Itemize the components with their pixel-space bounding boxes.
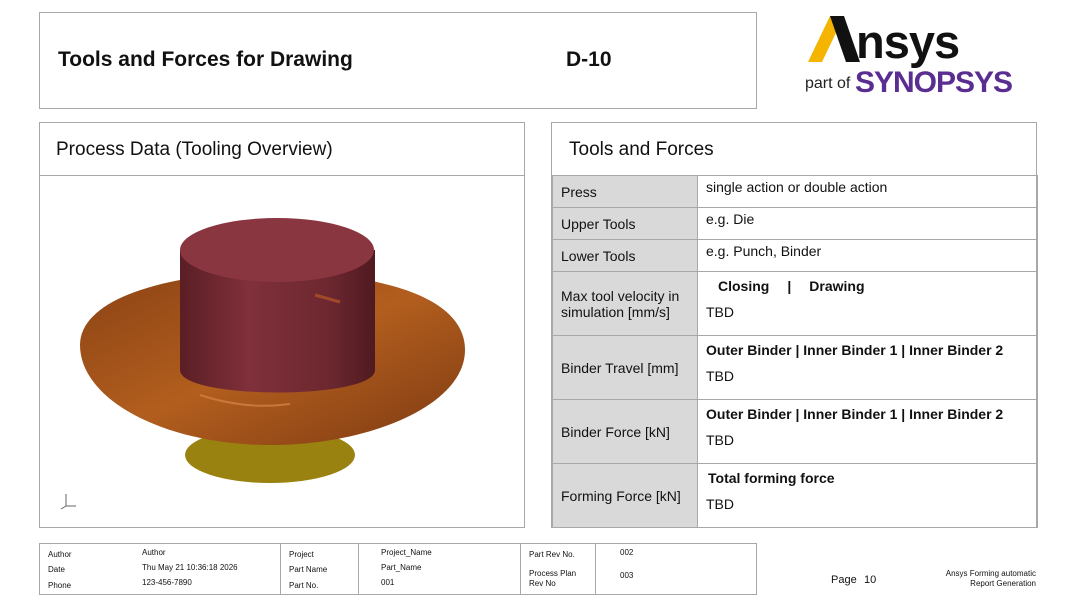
die-top — [180, 218, 374, 282]
part-rev-value: 002 — [620, 548, 634, 557]
author-value: Author — [142, 548, 166, 557]
row-value-cell: Outer Binder | Inner Binder 1 | Inner Bi… — [697, 335, 1038, 400]
part-name-value: Part_Name — [381, 563, 422, 572]
table-row: Press single action or double action — [552, 175, 1038, 208]
row-value: TBD — [706, 304, 734, 320]
table-row: Max tool velocity in simulation [mm/s] C… — [552, 271, 1038, 336]
generator-line-2: Report Generation — [970, 579, 1036, 588]
row-value: TBD — [706, 368, 734, 384]
axis-triad-icon — [60, 490, 80, 512]
slide-code: D-10 — [566, 48, 612, 71]
column-separator: | — [787, 278, 792, 294]
table-row: Upper Tools e.g. Die — [552, 207, 1038, 240]
report-footer: Author Date Phone Author Thu May 21 10:3… — [39, 543, 757, 595]
project-label: Project — [289, 550, 314, 559]
row-value-cell: Closing | Drawing TBD — [697, 271, 1038, 336]
slide-title: Tools and Forces for Drawing — [58, 48, 353, 71]
tools-forces-header: Tools and Forces — [552, 123, 1036, 175]
part-name-label: Part Name — [289, 565, 328, 574]
tools-forces-title: Tools and Forces — [569, 139, 714, 160]
date-value: Thu May 21 10:36:18 2026 — [142, 563, 238, 572]
generator-note: Ansys Forming automatic Report Generatio… — [910, 569, 1036, 589]
row-value-cell: Outer Binder | Inner Binder 1 | Inner Bi… — [697, 399, 1038, 464]
tools-forces-panel: Tools and Forces Press single action or … — [551, 122, 1038, 528]
plan-rev-value: 003 — [620, 571, 634, 580]
tooling-model-image — [80, 218, 465, 483]
process-data-header: Process Data (Tooling Overview) — [40, 123, 524, 176]
table-row: Lower Tools e.g. Punch, Binder — [552, 239, 1038, 272]
tools-forces-table: Press single action or double action Upp… — [552, 175, 1038, 528]
ansys-synopsys-logo: nsys part of SYNOPSYS — [800, 12, 1013, 107]
row-label: Upper Tools — [552, 207, 698, 240]
row-label: Forming Force [kN] — [552, 463, 698, 528]
part-no-value: 001 — [381, 578, 395, 587]
row-value: e.g. Die — [697, 207, 1038, 240]
part-no-label: Part No. — [289, 581, 319, 590]
generator-line-1: Ansys Forming automatic — [945, 569, 1036, 578]
part-of-text: part of — [805, 75, 851, 92]
table-row: Forming Force [kN] Total forming force T… — [552, 463, 1038, 528]
ansys-wordmark: nsys — [856, 15, 960, 68]
page-number: 10 — [864, 574, 877, 586]
row-label: Binder Force [kN] — [552, 399, 698, 464]
project-value: Project_Name — [381, 548, 432, 557]
row-value: TBD — [706, 496, 734, 512]
author-label: Author — [48, 550, 72, 559]
forming-force-header: Total forming force — [708, 470, 835, 486]
page-label: Page — [831, 574, 857, 586]
synopsys-wordmark: SYNOPSYS — [855, 66, 1013, 99]
row-value: e.g. Punch, Binder — [697, 239, 1038, 272]
row-label: Lower Tools — [552, 239, 698, 272]
title-box: Tools and Forces for Drawing D-10 — [39, 12, 757, 109]
closing-header: Closing — [718, 278, 770, 294]
date-label: Date — [48, 565, 65, 574]
row-label: Press — [552, 175, 698, 208]
drawing-header: Drawing — [809, 278, 865, 294]
phone-value: 123-456-7890 — [142, 578, 192, 587]
row-value-cell: Total forming force TBD — [697, 463, 1038, 528]
phone-label: Phone — [48, 581, 72, 590]
plan-rev-label-2: Rev No — [529, 579, 556, 588]
binder-travel-header: Outer Binder | Inner Binder 1 | Inner Bi… — [706, 342, 1004, 358]
table-row: Binder Force [kN] Outer Binder | Inner B… — [552, 399, 1038, 464]
row-value: TBD — [706, 432, 734, 448]
row-value: single action or double action — [697, 175, 1038, 208]
part-rev-label: Part Rev No. — [529, 550, 575, 559]
row-label: Max tool velocity in simulation [mm/s] — [552, 271, 698, 336]
row-label: Binder Travel [mm] — [552, 335, 698, 400]
table-row: Binder Travel [mm] Outer Binder | Inner … — [552, 335, 1038, 400]
process-data-title: Process Data (Tooling Overview) — [56, 139, 333, 160]
binder-force-header: Outer Binder | Inner Binder 1 | Inner Bi… — [706, 406, 1004, 422]
plan-rev-label-1: Process Plan — [529, 569, 577, 578]
